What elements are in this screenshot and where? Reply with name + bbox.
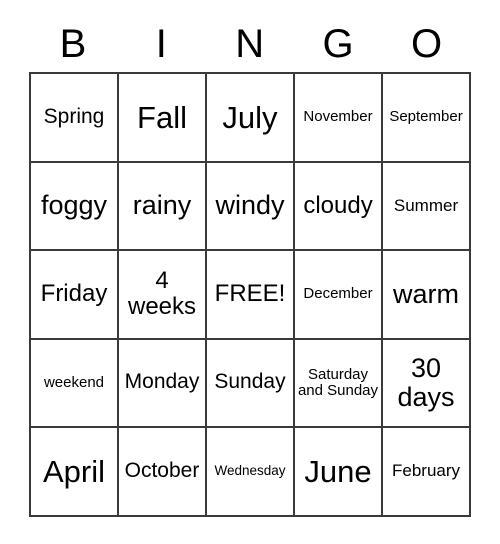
bingo-cell-label: 4 weeks: [127, 267, 197, 321]
bingo-cell-g3[interactable]: December: [295, 251, 383, 340]
bingo-cell-n1[interactable]: July: [207, 74, 295, 163]
bingo-cell-free-space[interactable]: FREE!: [207, 251, 295, 340]
bingo-cell-i5[interactable]: October: [119, 428, 207, 517]
bingo-grid: Spring Fall July November September fogg…: [29, 72, 471, 517]
bingo-cell-g1[interactable]: November: [295, 74, 383, 163]
bingo-cell-label: cloudy: [303, 191, 373, 219]
bingo-cell-g2[interactable]: cloudy: [295, 162, 383, 251]
bingo-header-letter-i: I: [155, 22, 168, 66]
bingo-cell-n4[interactable]: Sunday: [207, 339, 295, 428]
bingo-cell-label: windy: [215, 190, 285, 221]
bingo-cell-label: Fall: [137, 99, 187, 135]
bingo-cell-o5[interactable]: February: [383, 428, 471, 517]
bingo-cell-i2[interactable]: rainy: [119, 162, 207, 251]
bingo-cell-b1[interactable]: Spring: [31, 74, 119, 163]
bingo-cell-o2[interactable]: Summer: [383, 162, 471, 251]
bingo-row-3: Friday 4 weeks FREE! December warm: [31, 251, 471, 340]
bingo-cell-label: foggy: [40, 190, 108, 221]
bingo-cell-label: November: [303, 108, 373, 126]
bingo-cell-o1[interactable]: September: [383, 74, 471, 163]
bingo-cell-label: Sunday: [214, 370, 286, 394]
bingo-cell-i1[interactable]: Fall: [119, 74, 207, 163]
bingo-cell-label: Saturday and Sunday: [297, 365, 379, 399]
bingo-cell-label: September: [389, 108, 463, 126]
bingo-cell-label: October: [124, 458, 200, 482]
bingo-cell-b3[interactable]: Friday: [31, 251, 119, 340]
bingo-cell-label: warm: [393, 278, 459, 309]
bingo-cell-label: June: [304, 453, 372, 489]
bingo-cell-n2[interactable]: windy: [207, 162, 295, 251]
bingo-row-1: Spring Fall July November September: [31, 74, 471, 163]
bingo-cell-i4[interactable]: Monday: [119, 339, 207, 428]
bingo-cell-label: Friday: [40, 280, 108, 308]
bingo-cell-label: weekend: [43, 373, 105, 391]
bingo-cell-label: 30 days: [397, 352, 455, 412]
bingo-cell-n5[interactable]: Wednesday: [207, 428, 295, 517]
bingo-cell-label: rainy: [132, 190, 192, 221]
bingo-row-5: April October Wednesday June February: [31, 428, 471, 517]
bingo-cell-label: Monday: [124, 370, 200, 394]
bingo-cell-b2[interactable]: foggy: [31, 162, 119, 251]
bingo-cell-g4[interactable]: Saturday and Sunday: [295, 339, 383, 428]
bingo-cell-label: April: [42, 453, 105, 489]
bingo-row-2: foggy rainy windy cloudy Summer: [31, 162, 471, 251]
bingo-cell-b4[interactable]: weekend: [31, 339, 119, 428]
bingo-card: B I N G O Spring Fall July November Sept…: [29, 16, 471, 517]
bingo-cell-label: December: [303, 285, 373, 303]
bingo-cell-label: July: [222, 99, 278, 135]
bingo-header-row: B I N G O: [29, 16, 471, 72]
bingo-cell-label: Summer: [393, 195, 459, 215]
bingo-header-letter-b: B: [59, 22, 87, 66]
bingo-row-4: weekend Monday Sunday Saturday and Sunda…: [31, 339, 471, 428]
bingo-free-space-label: FREE!: [214, 280, 286, 308]
bingo-cell-label: Spring: [43, 104, 105, 128]
bingo-header-letter-o: O: [410, 22, 443, 66]
bingo-header-letter-g: G: [322, 22, 355, 66]
bingo-cell-label: February: [391, 461, 461, 481]
bingo-cell-label: Wednesday: [214, 462, 286, 478]
bingo-cell-i3[interactable]: 4 weeks: [119, 251, 207, 340]
bingo-cell-o4[interactable]: 30 days: [383, 339, 471, 428]
bingo-header-letter-n: N: [235, 22, 265, 66]
bingo-cell-o3[interactable]: warm: [383, 251, 471, 340]
bingo-cell-g5[interactable]: June: [295, 428, 383, 517]
bingo-cell-b5[interactable]: April: [31, 428, 119, 517]
